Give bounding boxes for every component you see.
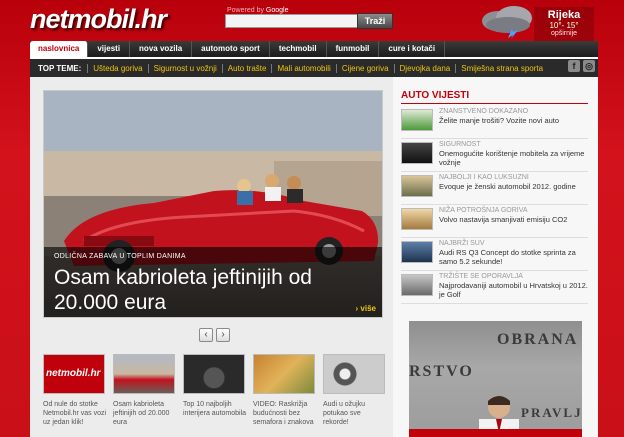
weather-info: Rijeka 10°- 15° opširnije [534, 7, 594, 41]
powered-by-brand: Google [265, 7, 289, 14]
facebook-icon[interactable]: f [568, 60, 580, 72]
thumbnail-caption[interactable]: Top 10 najboljih interijera automobila [183, 400, 247, 418]
thumbnail-caption[interactable]: Audi u ožujku potukao sve rekorde! [323, 400, 387, 427]
news-category: NAJBRŽI SUV [439, 240, 485, 247]
hero-title[interactable]: Osam kabrioleta jeftinijih od 20.000 eur… [54, 265, 374, 315]
nav-item-naslovnica[interactable]: naslovnica [30, 41, 89, 57]
topic-link[interactable]: Smiješna strana sporta [455, 63, 548, 73]
top-topics-bar: TOP TEME: Ušteda goriva Sigurnost u vožn… [30, 57, 598, 77]
powered-by-text: Powered by [227, 7, 264, 14]
news-item[interactable]: NIŽA POTROŠNJA GORIVA Volvo nastavija sm… [401, 206, 588, 238]
news-title[interactable]: Evoque je ženski automobil 2012. godine [439, 182, 589, 191]
news-thumbnail [401, 175, 433, 197]
weather-more-link[interactable]: opširnije [534, 30, 594, 37]
thumbnail-logo: netmobil.hr [46, 368, 101, 379]
nav-item-techmobil[interactable]: techmobil [270, 41, 327, 57]
search-button[interactable]: Traži [357, 13, 393, 29]
thumbnail-5[interactable] [323, 354, 385, 394]
news-thumbnail [401, 109, 433, 131]
nav-item-nova-vozila[interactable]: nova vozila [130, 41, 193, 57]
thumbnail-3[interactable] [183, 354, 245, 394]
news-thumbnail [401, 241, 433, 263]
topic-link[interactable]: Cijene goriva [335, 63, 394, 73]
news-thumbnail [401, 274, 433, 296]
hero-more-link[interactable]: › više [356, 304, 376, 313]
powered-by-label: Powered by Google [227, 7, 289, 14]
section-heading: AUTO VIJESTI [401, 90, 470, 101]
featured-column: ODLIČNA ZABAVA U TOPLIM DANIMA Osam kabr… [30, 77, 393, 437]
topic-link[interactable]: Auto trašte [221, 63, 272, 73]
ad-text-line: PRAVLJE [521, 405, 582, 420]
news-thumbnail [401, 142, 433, 164]
thumbnail-1[interactable]: netmobil.hr [43, 354, 105, 394]
news-title[interactable]: Najprodavaniji automobil u Hrvatskoj u 2… [439, 281, 589, 299]
storm-cloud-icon [482, 6, 532, 39]
news-item[interactable]: NAJBRŽI SUV Audi RS Q3 Concept do stotke… [401, 239, 588, 271]
weather-city: Rijeka [547, 9, 581, 21]
topic-link[interactable]: Djevojka dana [393, 63, 456, 73]
thumbnail-4[interactable] [253, 354, 315, 394]
news-title[interactable]: Želite manje trošiti? Vozite novi auto [439, 116, 589, 125]
thumbnail-2[interactable] [113, 354, 175, 394]
hero-slide[interactable]: ODLIČNA ZABAVA U TOPLIM DANIMA Osam kabr… [43, 90, 383, 318]
hero-kicker: ODLIČNA ZABAVA U TOPLIM DANIMA [54, 253, 186, 260]
thumbnail-caption[interactable]: VIDEO: Raskrižja budućnosti bez semafora… [253, 400, 317, 427]
topics-label: TOP TEME: [38, 63, 82, 73]
instagram-icon[interactable]: ◎ [583, 60, 595, 72]
news-title[interactable]: Audi RS Q3 Concept do stotke sprinta za … [439, 248, 589, 266]
auto-news-column: AUTO VIJESTI ZNANSTVENO DOKAZANO Želite … [393, 77, 598, 437]
news-category: ZNANSTVENO DOKAZANO [439, 108, 529, 115]
news-title[interactable]: Onemogućite korištenje mobitela za vrije… [439, 149, 589, 167]
thumbnail-caption[interactable]: Od nule do stotke Netmobil.hr vas vozi u… [43, 400, 107, 427]
news-category: TRŽIŠTE SE OPORAVLJA [439, 273, 523, 280]
news-item[interactable]: SIGURNOST Onemogućite korištenje mobitel… [401, 140, 588, 172]
news-title[interactable]: Volvo nastavija smanjivati emisiju CO2 [439, 215, 589, 224]
search-input[interactable] [225, 14, 358, 28]
news-category: SIGURNOST [439, 141, 481, 148]
main-nav: naslovnica vijesti nova vozila automoto … [30, 41, 598, 57]
news-item[interactable]: ZNANSTVENO DOKAZANO Želite manje trošiti… [401, 107, 588, 139]
news-thumbnail [401, 208, 433, 230]
ad-red-stripe [409, 429, 582, 437]
main-content: ODLIČNA ZABAVA U TOPLIM DANIMA Osam kabr… [30, 77, 598, 437]
nav-item-automoto-sport[interactable]: automoto sport [192, 41, 270, 57]
news-item[interactable]: TRŽIŠTE SE OPORAVLJA Najprodavaniji auto… [401, 272, 588, 304]
section-divider [401, 103, 588, 104]
site-logo[interactable]: netmobil.hr [30, 4, 167, 35]
weather-temp: 10°- 15° [549, 21, 579, 30]
news-item[interactable]: NAJBOLJI I KAO LUKSUZNI Evoque je ženski… [401, 173, 588, 205]
thumbnail-caption[interactable]: Osam kabrioleta jeftinijih od 20.000 eur… [113, 400, 177, 427]
nav-item-vijesti[interactable]: vijesti [88, 41, 131, 57]
ad-text-line: RSTVO [409, 363, 474, 380]
nav-item-cure-i-kotaci[interactable]: cure i kotači [379, 41, 446, 57]
hero-caption: ODLIČNA ZABAVA U TOPLIM DANIMA Osam kabr… [44, 247, 382, 317]
weather-widget[interactable]: Rijeka 10°- 15° opširnije [472, 3, 600, 41]
news-category: NAJBOLJI I KAO LUKSUZNI [439, 174, 529, 181]
news-category: NIŽA POTROŠNJA GORIVA [439, 207, 528, 214]
nav-item-funmobil[interactable]: funmobil [327, 41, 380, 57]
ad-text-line: OBRANA [497, 331, 579, 348]
topic-link[interactable]: Sigurnost u vožnji [147, 63, 222, 73]
slider-prev-button[interactable]: ‹ [199, 328, 213, 342]
topic-link[interactable]: Ušteda goriva [87, 63, 147, 73]
topic-link[interactable]: Mali automobili [271, 63, 335, 73]
advertisement-banner[interactable]: OBRANA RSTVO PRAVLJE [409, 321, 582, 437]
slider-next-button[interactable]: › [216, 328, 230, 342]
